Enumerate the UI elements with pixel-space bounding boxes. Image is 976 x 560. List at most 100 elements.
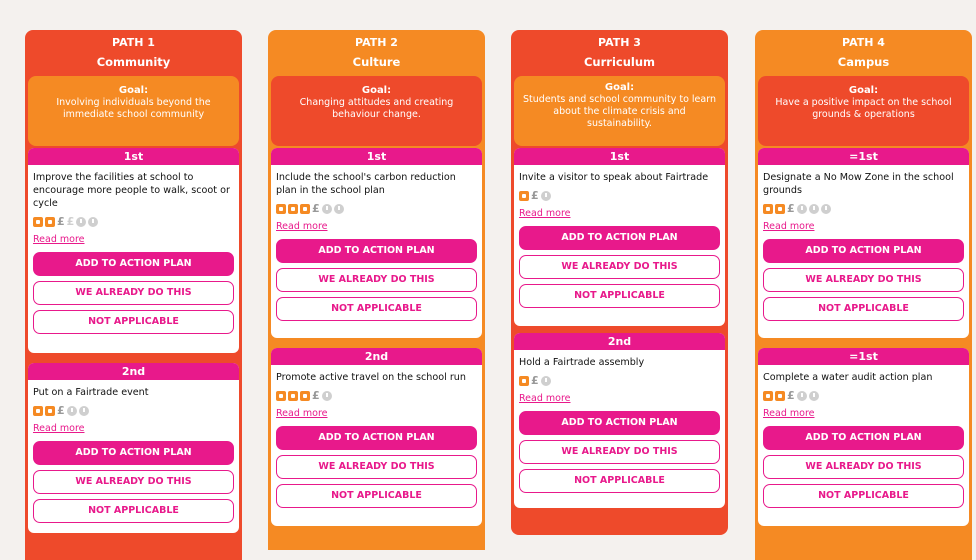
effort-icon bbox=[288, 390, 298, 401]
rating-row: £ bbox=[276, 389, 477, 402]
read-more-link[interactable]: Read more bbox=[276, 408, 477, 419]
add-to-action-plan-button[interactable]: ADD TO ACTION PLAN bbox=[519, 411, 720, 435]
time-icon bbox=[66, 405, 77, 416]
action-title: Promote active travel on the school run bbox=[276, 372, 466, 383]
rank-badge: 1st bbox=[514, 148, 725, 165]
goal-box: Goal: Involving individuals beyond the i… bbox=[28, 76, 239, 146]
rank-badge: 1st bbox=[28, 148, 239, 165]
path-name: Community bbox=[96, 55, 171, 69]
we-already-do-this-button[interactable]: WE ALREADY DO THIS bbox=[276, 268, 477, 292]
add-to-action-plan-button[interactable]: ADD TO ACTION PLAN bbox=[33, 252, 234, 276]
cost-icon: £ bbox=[312, 388, 320, 402]
we-already-do-this-button[interactable]: WE ALREADY DO THIS bbox=[763, 268, 964, 292]
we-already-do-this-button[interactable]: WE ALREADY DO THIS bbox=[519, 440, 720, 464]
we-already-do-this-button[interactable]: WE ALREADY DO THIS bbox=[33, 281, 234, 305]
path-name: Culture bbox=[352, 55, 401, 69]
action-title: Put on a Fairtrade event bbox=[33, 387, 149, 398]
not-applicable-button[interactable]: NOT APPLICABLE bbox=[763, 297, 964, 321]
path-column-culture: PATH 2 Culture Goal: Changing attitudes … bbox=[268, 30, 485, 550]
read-more-link[interactable]: Read more bbox=[519, 208, 720, 219]
path-name: Campus bbox=[837, 55, 890, 69]
not-applicable-button[interactable]: NOT APPLICABLE bbox=[276, 484, 477, 508]
not-applicable-button[interactable]: NOT APPLICABLE bbox=[276, 297, 477, 321]
read-more-link[interactable]: Read more bbox=[276, 221, 477, 232]
effort-icon bbox=[276, 390, 286, 401]
cost-icon: £ bbox=[531, 373, 539, 387]
read-more-link[interactable]: Read more bbox=[763, 221, 964, 232]
not-applicable-button[interactable]: NOT APPLICABLE bbox=[763, 484, 964, 508]
effort-icon bbox=[775, 203, 785, 214]
action-card: 2nd Promote active travel on the school … bbox=[271, 348, 482, 526]
read-more-link[interactable]: Read more bbox=[33, 234, 234, 245]
rating-row: £ bbox=[763, 389, 964, 402]
goal-box: Goal: Students and school community to l… bbox=[514, 76, 725, 146]
rank-badge: 2nd bbox=[271, 348, 482, 365]
path-column-curriculum: PATH 3 Curriculum Goal: Students and sch… bbox=[511, 30, 728, 535]
time-icon bbox=[808, 203, 819, 214]
we-already-do-this-button[interactable]: WE ALREADY DO THIS bbox=[519, 255, 720, 279]
not-applicable-button[interactable]: NOT APPLICABLE bbox=[33, 310, 234, 334]
pathways-board: PATH 1 Community Goal: Involving individ… bbox=[0, 0, 976, 560]
we-already-do-this-button[interactable]: WE ALREADY DO THIS bbox=[33, 470, 234, 494]
action-card: =1st Designate a No Mow Zone in the scho… bbox=[758, 148, 969, 338]
action-card: 1st Improve the facilities at school to … bbox=[28, 148, 239, 353]
action-card: 2nd Hold a Fairtrade assembly £ Read mor… bbox=[514, 333, 725, 508]
add-to-action-plan-button[interactable]: ADD TO ACTION PLAN bbox=[33, 441, 234, 465]
path-label: PATH 2 bbox=[355, 36, 398, 49]
goal-text: Changing attitudes and creating behaviou… bbox=[299, 97, 454, 120]
read-more-link[interactable]: Read more bbox=[33, 423, 234, 434]
time-icon bbox=[321, 390, 332, 401]
time-icon bbox=[333, 203, 344, 214]
add-to-action-plan-button[interactable]: ADD TO ACTION PLAN bbox=[763, 239, 964, 263]
path-label: PATH 1 bbox=[112, 36, 155, 49]
cost-icon: £ bbox=[312, 201, 320, 215]
goal-text: Involving individuals beyond the immedia… bbox=[56, 97, 211, 120]
read-more-link[interactable]: Read more bbox=[519, 393, 720, 404]
effort-icon bbox=[33, 405, 43, 416]
effort-icon bbox=[763, 203, 773, 214]
time-icon bbox=[820, 203, 831, 214]
time-icon bbox=[540, 375, 551, 386]
cost-icon: £ bbox=[57, 403, 65, 417]
goal-text: Students and school community to learn a… bbox=[523, 94, 716, 129]
add-to-action-plan-button[interactable]: ADD TO ACTION PLAN bbox=[276, 426, 477, 450]
action-card: 2nd Put on a Fairtrade event £ Read more… bbox=[28, 363, 239, 533]
we-already-do-this-button[interactable]: WE ALREADY DO THIS bbox=[276, 455, 477, 479]
goal-heading: Goal: bbox=[604, 82, 635, 93]
rating-row: £ bbox=[763, 202, 964, 215]
cost-icon: £ bbox=[787, 388, 795, 402]
action-title: Include the school's carbon reduction pl… bbox=[276, 172, 456, 196]
column-header: PATH 3 Curriculum bbox=[511, 30, 728, 72]
action-title: Improve the facilities at school to enco… bbox=[33, 172, 230, 209]
add-to-action-plan-button[interactable]: ADD TO ACTION PLAN bbox=[276, 239, 477, 263]
effort-icon bbox=[45, 216, 55, 227]
time-icon bbox=[796, 203, 807, 214]
not-applicable-button[interactable]: NOT APPLICABLE bbox=[33, 499, 234, 523]
cost-icon: £ bbox=[531, 188, 539, 202]
add-to-action-plan-button[interactable]: ADD TO ACTION PLAN bbox=[519, 226, 720, 250]
add-to-action-plan-button[interactable]: ADD TO ACTION PLAN bbox=[763, 426, 964, 450]
rank-badge: 1st bbox=[271, 148, 482, 165]
time-icon bbox=[78, 405, 89, 416]
rating-row: £ £ bbox=[33, 215, 234, 228]
path-label: PATH 3 bbox=[598, 36, 641, 49]
not-applicable-button[interactable]: NOT APPLICABLE bbox=[519, 284, 720, 308]
rating-row: £ bbox=[519, 374, 720, 387]
effort-icon bbox=[519, 190, 529, 201]
effort-icon bbox=[288, 203, 298, 214]
we-already-do-this-button[interactable]: WE ALREADY DO THIS bbox=[763, 455, 964, 479]
not-applicable-button[interactable]: NOT APPLICABLE bbox=[519, 469, 720, 493]
path-column-campus: PATH 4 Campus Goal: Have a positive impa… bbox=[755, 30, 972, 560]
goal-heading: Goal: bbox=[361, 85, 392, 96]
read-more-link[interactable]: Read more bbox=[763, 408, 964, 419]
goal-heading: Goal: bbox=[848, 85, 879, 96]
effort-icon bbox=[33, 216, 43, 227]
action-title: Invite a visitor to speak about Fairtrad… bbox=[519, 172, 709, 183]
effort-icon bbox=[276, 203, 286, 214]
effort-icon bbox=[519, 375, 529, 386]
action-title: Designate a No Mow Zone in the school gr… bbox=[763, 172, 954, 196]
cost-icon: £ bbox=[57, 214, 65, 228]
time-icon bbox=[540, 190, 551, 201]
action-title: Complete a water audit action plan bbox=[763, 372, 933, 383]
time-icon bbox=[76, 216, 87, 227]
